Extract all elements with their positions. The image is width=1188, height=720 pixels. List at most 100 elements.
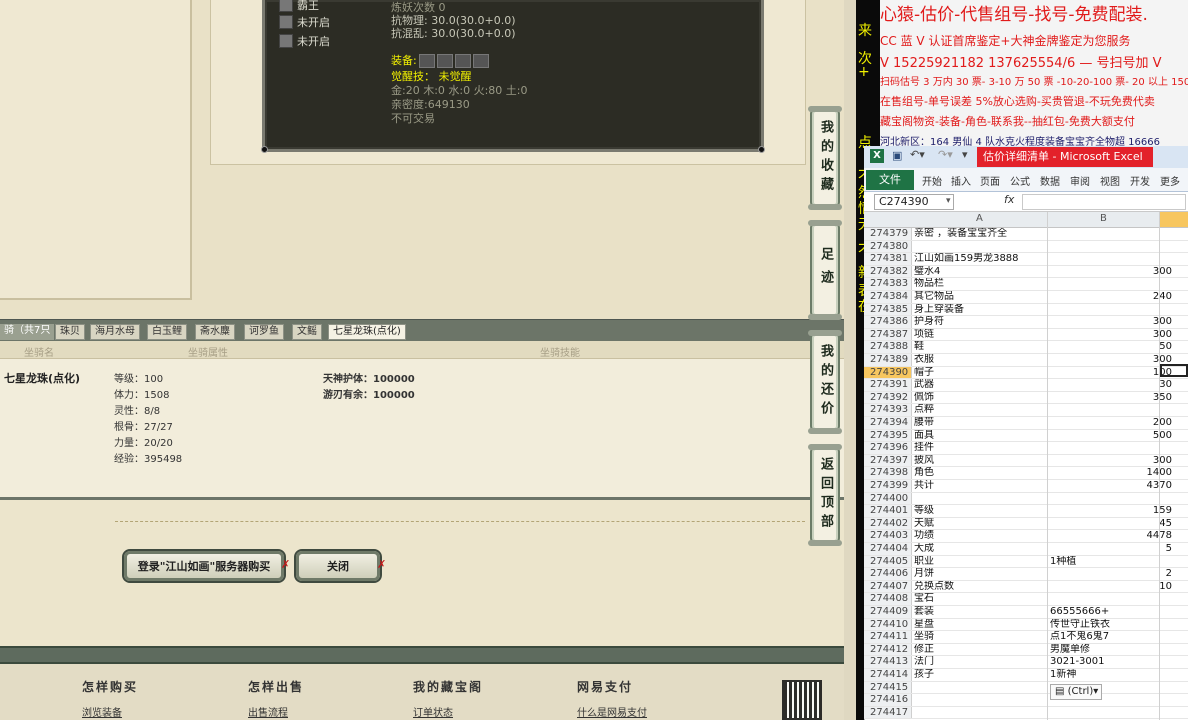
ribbon-tab[interactable]: 视图 — [1100, 173, 1120, 188]
row-number[interactable]: 274409 — [864, 606, 912, 618]
ribbon-tab[interactable]: 插入 — [951, 173, 971, 188]
sheet-row[interactable]: 274406 月饼 2 — [864, 568, 1188, 581]
row-number[interactable]: 274392 — [864, 391, 912, 404]
row-number[interactable]: 274410 — [864, 618, 912, 631]
row-number[interactable]: 274404 — [864, 543, 912, 555]
cell-a[interactable]: 套装 — [914, 606, 1048, 618]
row-number[interactable]: 274387 — [864, 328, 912, 341]
cell-b[interactable]: 300 — [1050, 266, 1172, 278]
row-number[interactable]: 274386 — [864, 316, 912, 328]
sheet-row[interactable]: 274399共计4370 — [864, 480, 1188, 493]
sheet-row[interactable]: 274394 腰带 200 — [864, 417, 1188, 430]
cell-b[interactable]: 2 — [1050, 568, 1172, 580]
row-number[interactable]: 274389 — [864, 354, 912, 366]
cell-a[interactable]: 身上穿装备 — [914, 304, 1048, 316]
row-number[interactable]: 274394 — [864, 417, 912, 429]
sheet-row[interactable]: 274405 职业 1种植 — [864, 555, 1188, 569]
redo-icon[interactable]: ↷▾ — [938, 148, 953, 161]
cell-a[interactable]: 月饼 — [914, 568, 1048, 580]
cell-a[interactable]: 职业 — [914, 556, 1048, 568]
spreadsheet-grid[interactable]: 274379 亲密 ，装备宝宝齐全 274380 274381 江山如画159男龙388… — [864, 228, 1188, 720]
sheet-row[interactable]: 274387 项链 300 — [864, 328, 1188, 342]
row-number[interactable]: 274412 — [864, 643, 912, 656]
cell-a[interactable]: 修正 — [914, 644, 1048, 656]
row-number[interactable]: 274379 — [864, 228, 912, 240]
column-header-a[interactable]: A — [976, 213, 983, 224]
cell-b[interactable]: 45 — [1050, 518, 1172, 530]
sheet-row[interactable]: 274414 孩子 1新神 — [864, 669, 1188, 682]
cell-a[interactable]: 武器 — [914, 379, 1048, 391]
row-number[interactable]: 274401 — [864, 505, 912, 517]
cell-a[interactable]: 江山如画159男龙3888 — [914, 253, 1048, 265]
sheet-row[interactable]: 274415 — [864, 681, 1188, 695]
column-header-c[interactable] — [1160, 212, 1188, 227]
row-number[interactable]: 274380 — [864, 240, 912, 253]
sheet-row[interactable]: 274392 佩饰 350 — [864, 391, 1188, 405]
cell-a[interactable]: 功绩 — [914, 530, 1048, 542]
tab-mount[interactable]: 文鳐 — [292, 324, 322, 340]
row-number[interactable]: 274411 — [864, 631, 912, 643]
sheet-row[interactable]: 274388 鞋 50 — [864, 341, 1188, 354]
cell-b[interactable]: 300 — [1050, 455, 1172, 467]
active-cell[interactable] — [1160, 364, 1188, 377]
cell-a[interactable]: 宝石 — [914, 593, 1048, 605]
undo-icon[interactable]: ↶▾ — [910, 148, 925, 161]
cell-a[interactable]: 衣服 — [914, 354, 1048, 366]
equip-slot[interactable] — [472, 54, 489, 68]
row-number[interactable]: 274417 — [864, 706, 912, 719]
ribbon-tab[interactable]: 审阅 — [1070, 173, 1090, 188]
sheet-row[interactable]: 274416 — [864, 694, 1188, 707]
cell-b[interactable]: 1新神 — [1050, 669, 1172, 681]
sheet-row[interactable]: 274381 江山如画159男龙3888 — [864, 253, 1188, 266]
row-number[interactable]: 274399 — [864, 480, 912, 492]
cell-a[interactable]: 共计 — [914, 480, 1048, 492]
sheet-row[interactable]: 274401 等级 159 — [864, 505, 1188, 518]
sheet-row[interactable]: 274412 修正 男魔单修 — [864, 643, 1188, 657]
ribbon-tab[interactable]: 更多 — [1160, 173, 1180, 188]
cell-b[interactable]: 4370 — [1050, 480, 1172, 492]
cell-a[interactable]: 星盘 — [914, 619, 1048, 631]
tab-mount-selected[interactable]: 七星龙珠(点化) — [328, 324, 406, 340]
sheet-row[interactable]: 274396 挂件 — [864, 442, 1188, 455]
ribbon-tab[interactable]: 页面 — [980, 173, 1000, 188]
footprint-button[interactable]: 足迹 — [808, 220, 842, 320]
row-number[interactable]: 274406 — [864, 568, 912, 580]
cell-a[interactable]: 法门 — [914, 656, 1048, 668]
row-number[interactable]: 274395 — [864, 429, 912, 442]
sheet-row[interactable]: 274397 披风 300 — [864, 454, 1188, 468]
cell-b[interactable]: 240 — [1050, 291, 1172, 303]
equip-slot[interactable] — [454, 54, 471, 68]
function-icon[interactable]: fx — [1004, 193, 1014, 206]
row-number[interactable]: 274416 — [864, 694, 912, 706]
tab-mount[interactable]: 诃罗鱼 — [244, 324, 284, 340]
row-number[interactable]: 274396 — [864, 442, 912, 454]
row-number[interactable]: 274393 — [864, 404, 912, 416]
cell-b[interactable]: 30 — [1050, 379, 1172, 391]
cell-b[interactable]: 点1不鬼6鬼7 — [1050, 631, 1172, 643]
my-favorites-button[interactable]: 我的收藏 — [808, 106, 842, 210]
cell-b[interactable]: 200 — [1050, 417, 1172, 429]
cell-b[interactable]: 男魔单修 — [1050, 644, 1172, 656]
row-number[interactable]: 274402 — [864, 517, 912, 530]
cell-b[interactable]: 300 — [1050, 316, 1172, 328]
back-to-top-button[interactable]: 返回顶部 — [808, 444, 842, 546]
row-number[interactable]: 274413 — [864, 656, 912, 668]
row-number[interactable]: 274397 — [864, 454, 912, 467]
sheet-row[interactable]: 274398角色1400 — [864, 467, 1188, 480]
sheet-row[interactable]: 274389 衣服 300 — [864, 354, 1188, 367]
equip-slot[interactable] — [418, 54, 435, 68]
footer-link[interactable]: 什么是网易支付 — [577, 704, 647, 719]
sheet-row[interactable]: 274413 法门 3021-3001 — [864, 656, 1188, 669]
ribbon-tab[interactable]: 开始 — [922, 173, 942, 188]
cell-a[interactable]: 兑换点数 — [914, 581, 1048, 593]
sheet-row[interactable]: 274379 亲密 ，装备宝宝齐全 — [864, 228, 1188, 241]
cell-a[interactable]: 腰带 — [914, 417, 1048, 429]
cell-a[interactable]: 亲密 ，装备宝宝齐全 — [914, 228, 1048, 240]
sheet-row[interactable]: 274386 护身符 300 — [864, 316, 1188, 329]
cell-a[interactable]: 物品栏 — [914, 278, 1048, 290]
sheet-row[interactable]: 274385 身上穿装备 — [864, 303, 1188, 317]
formula-input[interactable] — [1022, 194, 1186, 210]
cell-b[interactable]: 3021-3001 — [1050, 656, 1172, 668]
paste-options-tag[interactable]: ▤ (Ctrl)▾ — [1050, 684, 1102, 700]
cell-a[interactable]: 护身符 — [914, 316, 1048, 328]
